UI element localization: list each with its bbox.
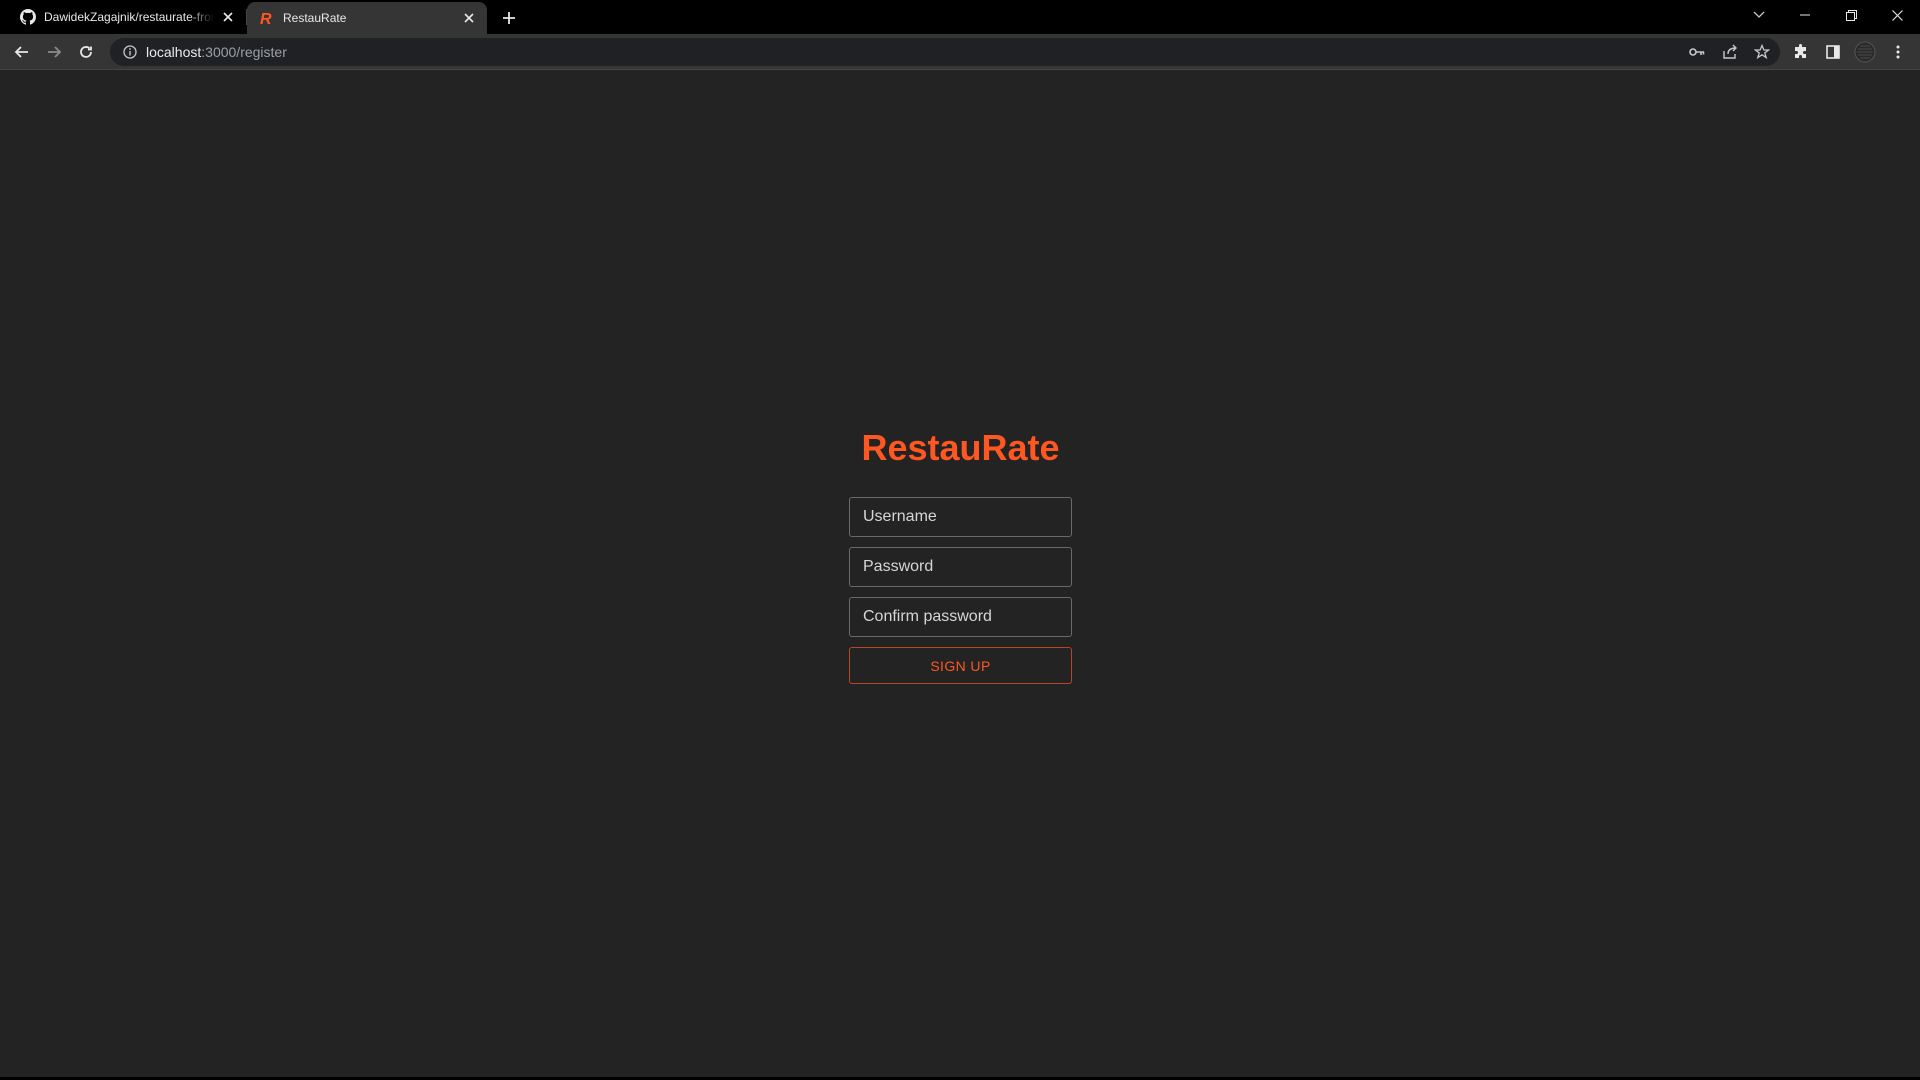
restore-icon[interactable] <box>1828 0 1874 30</box>
password-input[interactable] <box>849 547 1072 587</box>
svg-text:R: R <box>260 11 272 26</box>
address-bar[interactable]: localhost:3000/register <box>110 38 1780 66</box>
restaurate-r-icon: R <box>259 10 275 26</box>
info-icon[interactable] <box>114 38 146 66</box>
close-tab-icon[interactable] <box>461 10 477 26</box>
extensions-icon[interactable] <box>1787 38 1815 66</box>
tab-title: RestauRate <box>283 11 347 25</box>
url-host: localhost <box>146 44 202 60</box>
profile-avatar[interactable] <box>1851 38 1879 66</box>
kebab-menu-icon[interactable] <box>1884 38 1912 66</box>
star-icon[interactable] <box>1748 38 1776 66</box>
tab-strip: DawidekZagajnik/restaurate-fron R Restau… <box>0 0 1920 34</box>
close-window-icon[interactable] <box>1874 0 1920 30</box>
username-input[interactable] <box>849 497 1072 537</box>
url-text: localhost:3000/register <box>146 44 287 60</box>
side-panel-icon[interactable] <box>1819 38 1847 66</box>
tab-github[interactable]: DawidekZagajnik/restaurate-fron <box>0 0 246 34</box>
tab-restaurate[interactable]: R RestauRate <box>247 2 487 34</box>
page-viewport: RestauRate SIGN UP <box>0 71 1920 1077</box>
key-icon[interactable] <box>1683 38 1711 66</box>
tab-title: DawidekZagajnik/restaurate-fron <box>44 10 214 24</box>
confirm-password-input[interactable] <box>849 597 1072 637</box>
minimize-icon[interactable] <box>1782 0 1828 30</box>
forward-arrow-icon[interactable] <box>40 38 68 66</box>
url-path: :3000/register <box>201 44 287 60</box>
back-arrow-icon[interactable] <box>8 38 36 66</box>
brand-title: RestauRate <box>861 427 1060 468</box>
reload-icon[interactable] <box>72 38 100 66</box>
share-icon[interactable] <box>1716 38 1744 66</box>
new-tab-icon[interactable] <box>498 7 520 29</box>
browser-toolbar: localhost:3000/register <box>0 34 1920 70</box>
github-icon <box>20 9 36 25</box>
close-tab-icon[interactable] <box>220 9 236 25</box>
tab-search-icon[interactable] <box>1736 0 1782 30</box>
sign-up-button[interactable]: SIGN UP <box>849 647 1072 684</box>
